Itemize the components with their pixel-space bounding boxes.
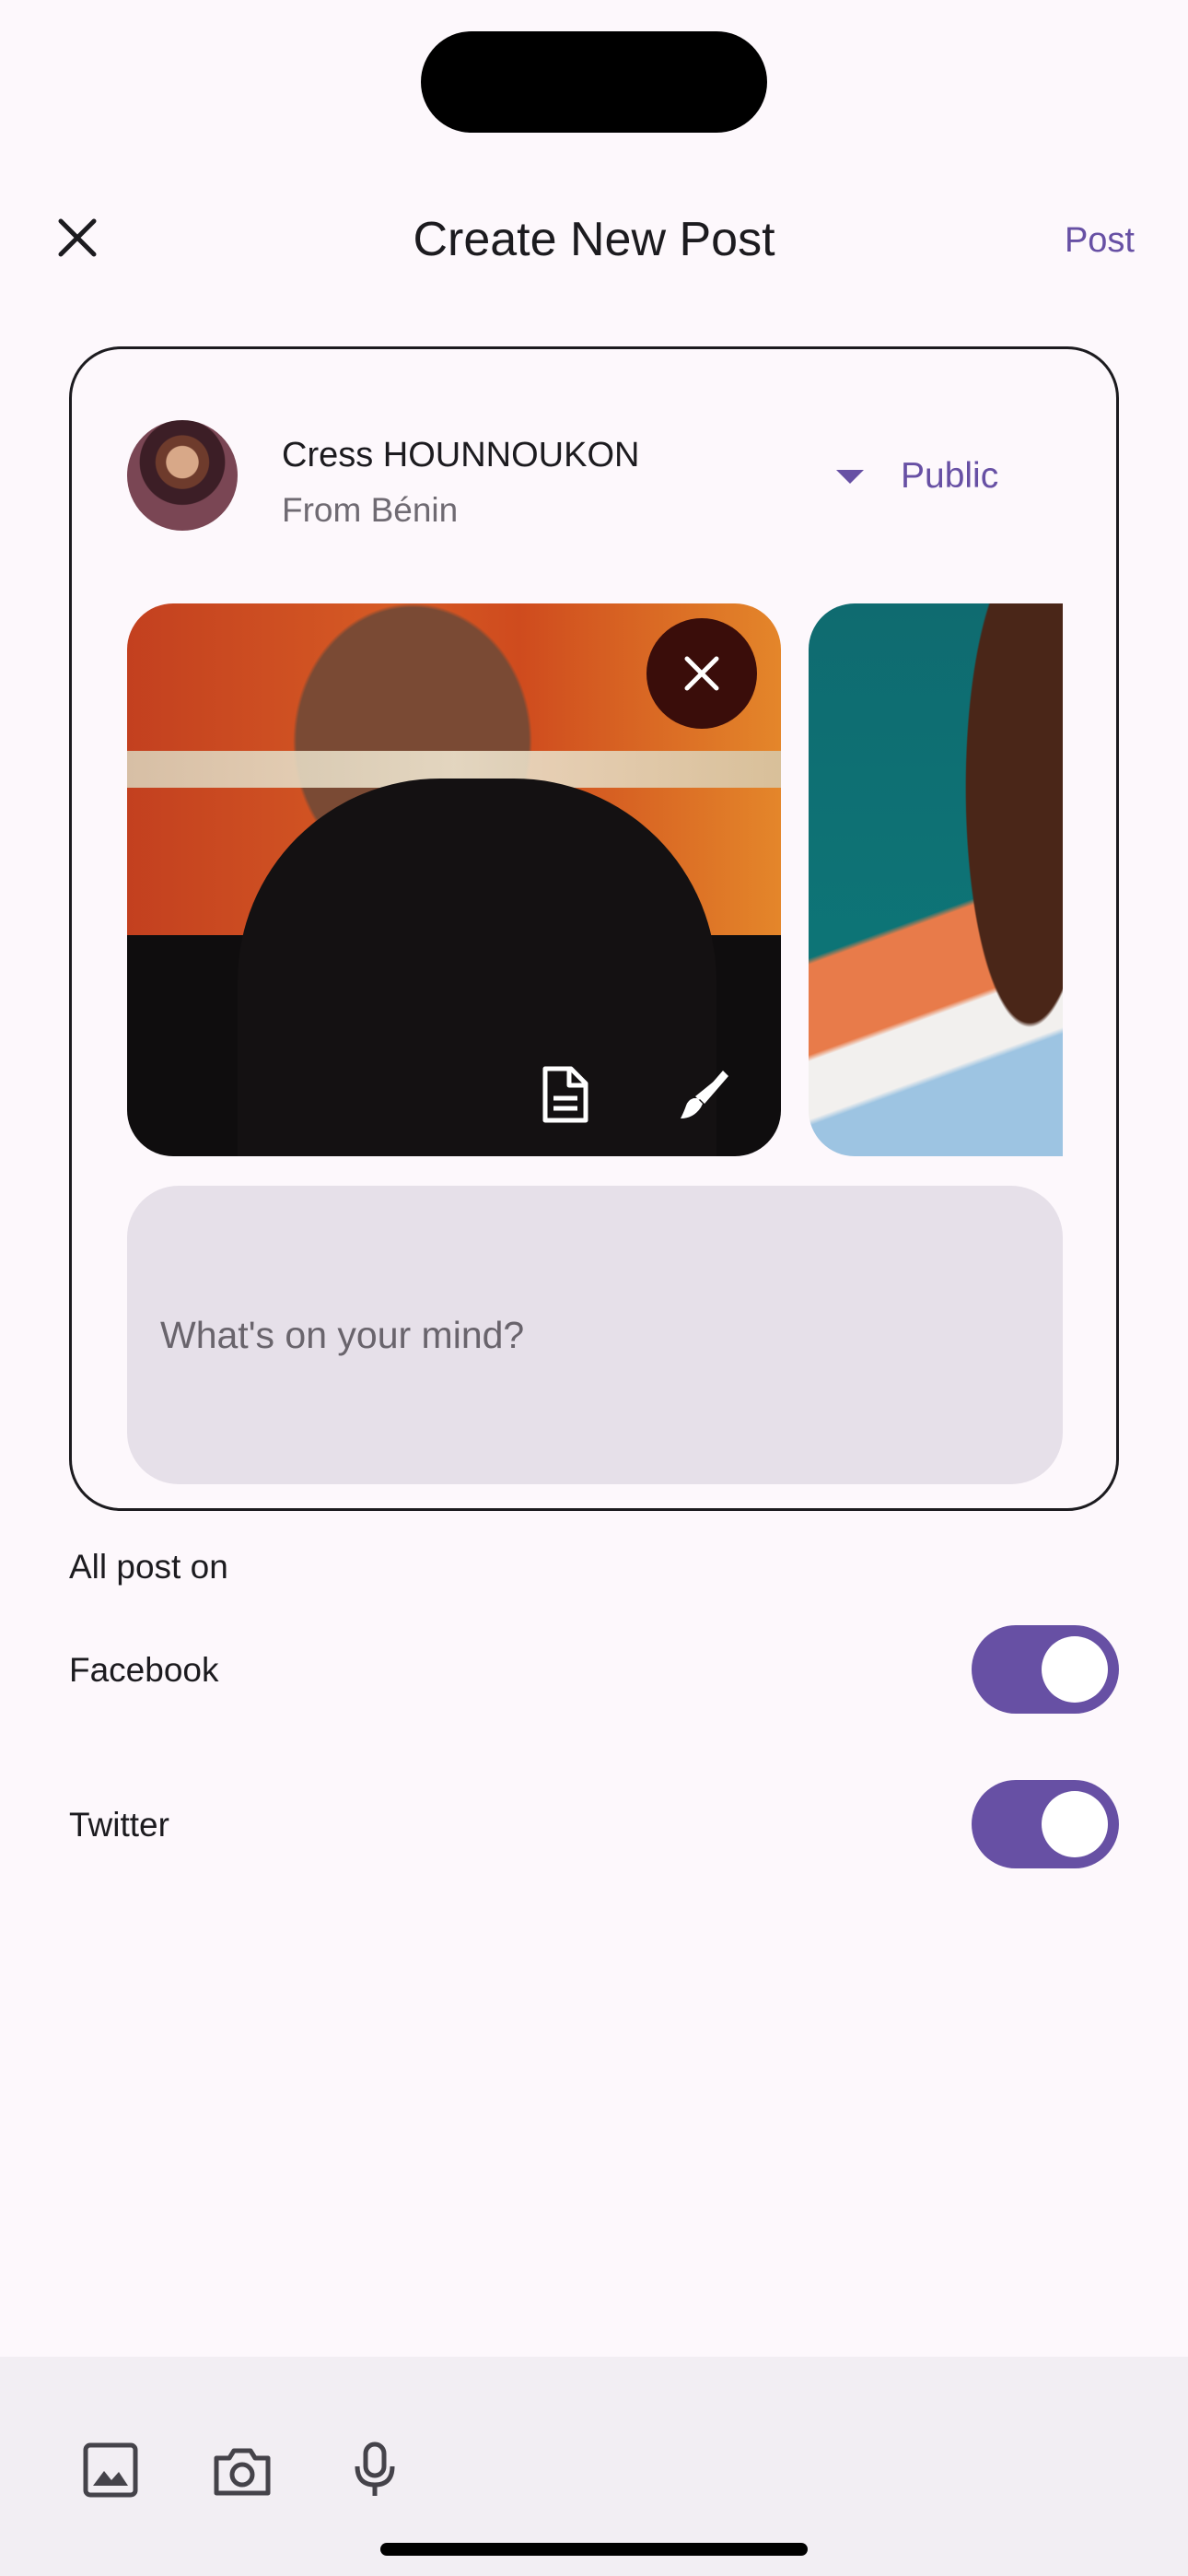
page-title: Create New Post: [413, 213, 775, 266]
document-icon: [542, 1066, 588, 1123]
media-carousel[interactable]: [127, 603, 1063, 1156]
gallery-button[interactable]: [69, 2429, 152, 2512]
dropdown-caret-icon: [836, 469, 864, 484]
home-indicator[interactable]: [380, 2543, 808, 2556]
image-icon: [83, 2442, 138, 2498]
camera-button[interactable]: [201, 2429, 284, 2512]
close-icon: [684, 656, 719, 691]
create-post-screen: Create New Post Post Cress HOUNNOUKON Fr…: [0, 0, 1188, 2576]
share-heading: All post on: [69, 1548, 228, 1586]
microphone-icon: [355, 2441, 395, 2496]
media-photo-2[interactable]: [809, 603, 1063, 1156]
bottom-toolbar: [0, 2357, 1188, 2576]
microphone-button[interactable]: [333, 2429, 416, 2512]
post-button[interactable]: Post: [1065, 217, 1135, 263]
audience-dropdown[interactable]: Public: [836, 449, 998, 504]
share-label-twitter: Twitter: [69, 1806, 169, 1844]
status-bar: [0, 0, 1188, 147]
facebook-toggle[interactable]: [972, 1625, 1119, 1714]
author-origin: From Bénin: [282, 491, 459, 529]
brush-icon: [681, 1071, 728, 1118]
share-row-twitter: Twitter: [69, 1778, 1119, 1870]
dynamic-island: [421, 31, 767, 133]
media-details-button[interactable]: [523, 1053, 606, 1136]
media-edit-button[interactable]: [661, 1053, 744, 1136]
author-name: Cress HOUNNOUKON: [282, 436, 640, 474]
camera-icon: [214, 2448, 271, 2496]
composer-card: Cress HOUNNOUKON From Bénin Public: [69, 346, 1119, 1511]
remove-media-button[interactable]: [646, 618, 757, 729]
share-row-facebook: Facebook: [69, 1623, 1119, 1715]
share-label-facebook: Facebook: [69, 1651, 219, 1689]
toggle-thumb: [1042, 1791, 1108, 1857]
avatar: [127, 420, 238, 531]
caption-input[interactable]: [127, 1186, 1063, 1484]
audience-label: Public: [901, 456, 999, 496]
app-bar: Create New Post Post: [0, 184, 1188, 299]
toggle-thumb: [1042, 1636, 1108, 1703]
twitter-toggle[interactable]: [972, 1780, 1119, 1868]
